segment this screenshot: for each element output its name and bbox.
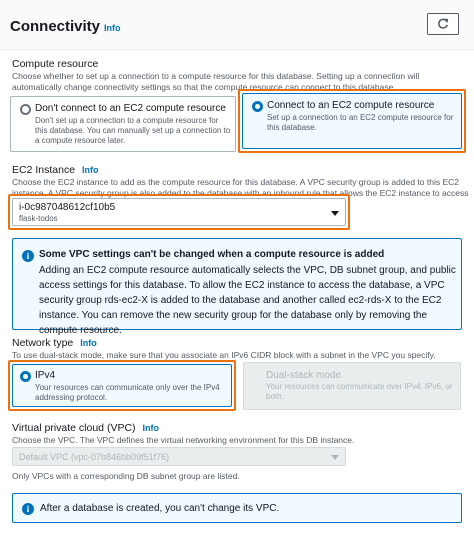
info-circle-icon: i bbox=[22, 250, 34, 262]
caret-down-icon bbox=[331, 211, 339, 216]
vpc-label: Virtual private cloud (VPC) Info bbox=[12, 422, 159, 434]
vpc-settings-alert: i Some VPC settings can't be changed whe… bbox=[12, 238, 462, 336]
ec2-instance-id: i-0c987048612cf10b5 bbox=[19, 202, 116, 213]
option-connect[interactable]: Connect to an EC2 compute resource Set u… bbox=[242, 93, 462, 149]
info-circle-icon: i bbox=[22, 503, 34, 515]
ec2-instance-label: EC2 Instance Info bbox=[12, 164, 98, 176]
option-dont-connect[interactable]: Don't connect to an EC2 compute resource… bbox=[10, 96, 236, 152]
compute-resource-label: Compute resource bbox=[12, 58, 99, 70]
network-type-label-text: Network type bbox=[12, 337, 74, 349]
vpc-label-text: Virtual private cloud (VPC) bbox=[12, 422, 136, 434]
option-connect-title: Connect to an EC2 compute resource bbox=[267, 100, 435, 111]
radio-ipv4[interactable] bbox=[20, 371, 31, 382]
option-dont-connect-description: Don't set up a connection to a compute r… bbox=[35, 116, 231, 145]
section-header: Connectivity Info bbox=[0, 0, 474, 50]
option-connect-description: Set up a connection to an EC2 compute re… bbox=[267, 113, 454, 132]
option-ipv4-title: IPv4 bbox=[35, 370, 56, 381]
option-ipv4[interactable]: IPv4 Your resources can communicate only… bbox=[12, 364, 232, 407]
info-link[interactable]: Info bbox=[104, 23, 121, 33]
option-dual-stack-title: Dual-stack mode bbox=[266, 370, 342, 381]
ec2-instance-select[interactable]: i-0c987048612cf10b5 flask-todos bbox=[12, 198, 346, 226]
vpc-description: Choose the VPC. The VPC defines the virt… bbox=[12, 435, 355, 445]
network-info-link[interactable]: Info bbox=[80, 338, 97, 348]
ec2-instance-label-text: EC2 Instance bbox=[12, 164, 76, 176]
refresh-button[interactable] bbox=[427, 13, 459, 35]
vpc-info-link[interactable]: Info bbox=[142, 423, 159, 433]
vpc-alert-body: Adding an EC2 compute resource automatic… bbox=[39, 265, 456, 336]
option-dual-stack-description: Your resources can communicate over IPv4… bbox=[266, 382, 453, 401]
section-title: Connectivity Info bbox=[10, 18, 121, 35]
section-title-text: Connectivity bbox=[10, 18, 101, 35]
radio-dont-connect[interactable] bbox=[20, 104, 31, 115]
vpc-hint: Only VPCs with a corresponding DB subnet… bbox=[12, 471, 240, 481]
vpc-change-alert: i After a database is created, you can't… bbox=[12, 493, 462, 523]
vpc-select: Default VPC (vpc-07b846bb09f51f76) bbox=[12, 447, 346, 466]
ec2-instance-name: flask-todos bbox=[19, 214, 58, 223]
option-ipv4-description: Your resources can communicate only over… bbox=[35, 383, 220, 402]
vpc-change-alert-text: After a database is created, you can't c… bbox=[40, 503, 280, 514]
option-dual-stack: Dual-stack mode Your resources can commu… bbox=[243, 362, 461, 410]
network-type-label: Network type Info bbox=[12, 337, 97, 349]
caret-down-icon bbox=[331, 455, 339, 460]
vpc-selected-value: Default VPC (vpc-07b846bb09f51f76) bbox=[19, 452, 170, 462]
vpc-alert-title: Some VPC settings can't be changed when … bbox=[39, 249, 385, 260]
ec2-info-link[interactable]: Info bbox=[82, 165, 99, 175]
refresh-icon bbox=[438, 18, 449, 29]
option-dont-connect-title: Don't connect to an EC2 compute resource bbox=[35, 103, 226, 114]
radio-connect[interactable] bbox=[252, 101, 263, 112]
